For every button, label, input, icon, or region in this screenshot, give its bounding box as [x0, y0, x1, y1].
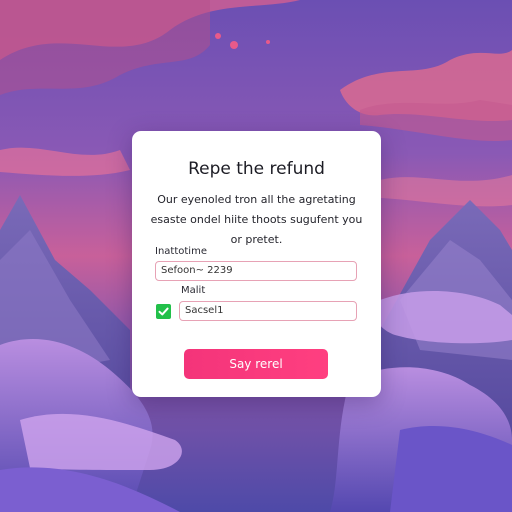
refund-dialog: Repe the refund Our eyenoled tron all th… — [132, 131, 381, 397]
checkmark-icon — [158, 307, 169, 316]
field1-input[interactable]: Sefoon~ 2239 — [155, 261, 357, 281]
agree-checkbox[interactable] — [156, 304, 171, 319]
dialog-title: Repe the refund — [188, 159, 325, 179]
dialog-description: Our eyenoled tron all the agretating esa… — [150, 193, 363, 246]
field2-input[interactable]: Sacsel1 — [179, 301, 357, 321]
submit-button[interactable]: Say rerel — [184, 349, 328, 379]
field1-label: Inattotime — [155, 246, 207, 257]
field2-label: Malit — [181, 285, 206, 296]
